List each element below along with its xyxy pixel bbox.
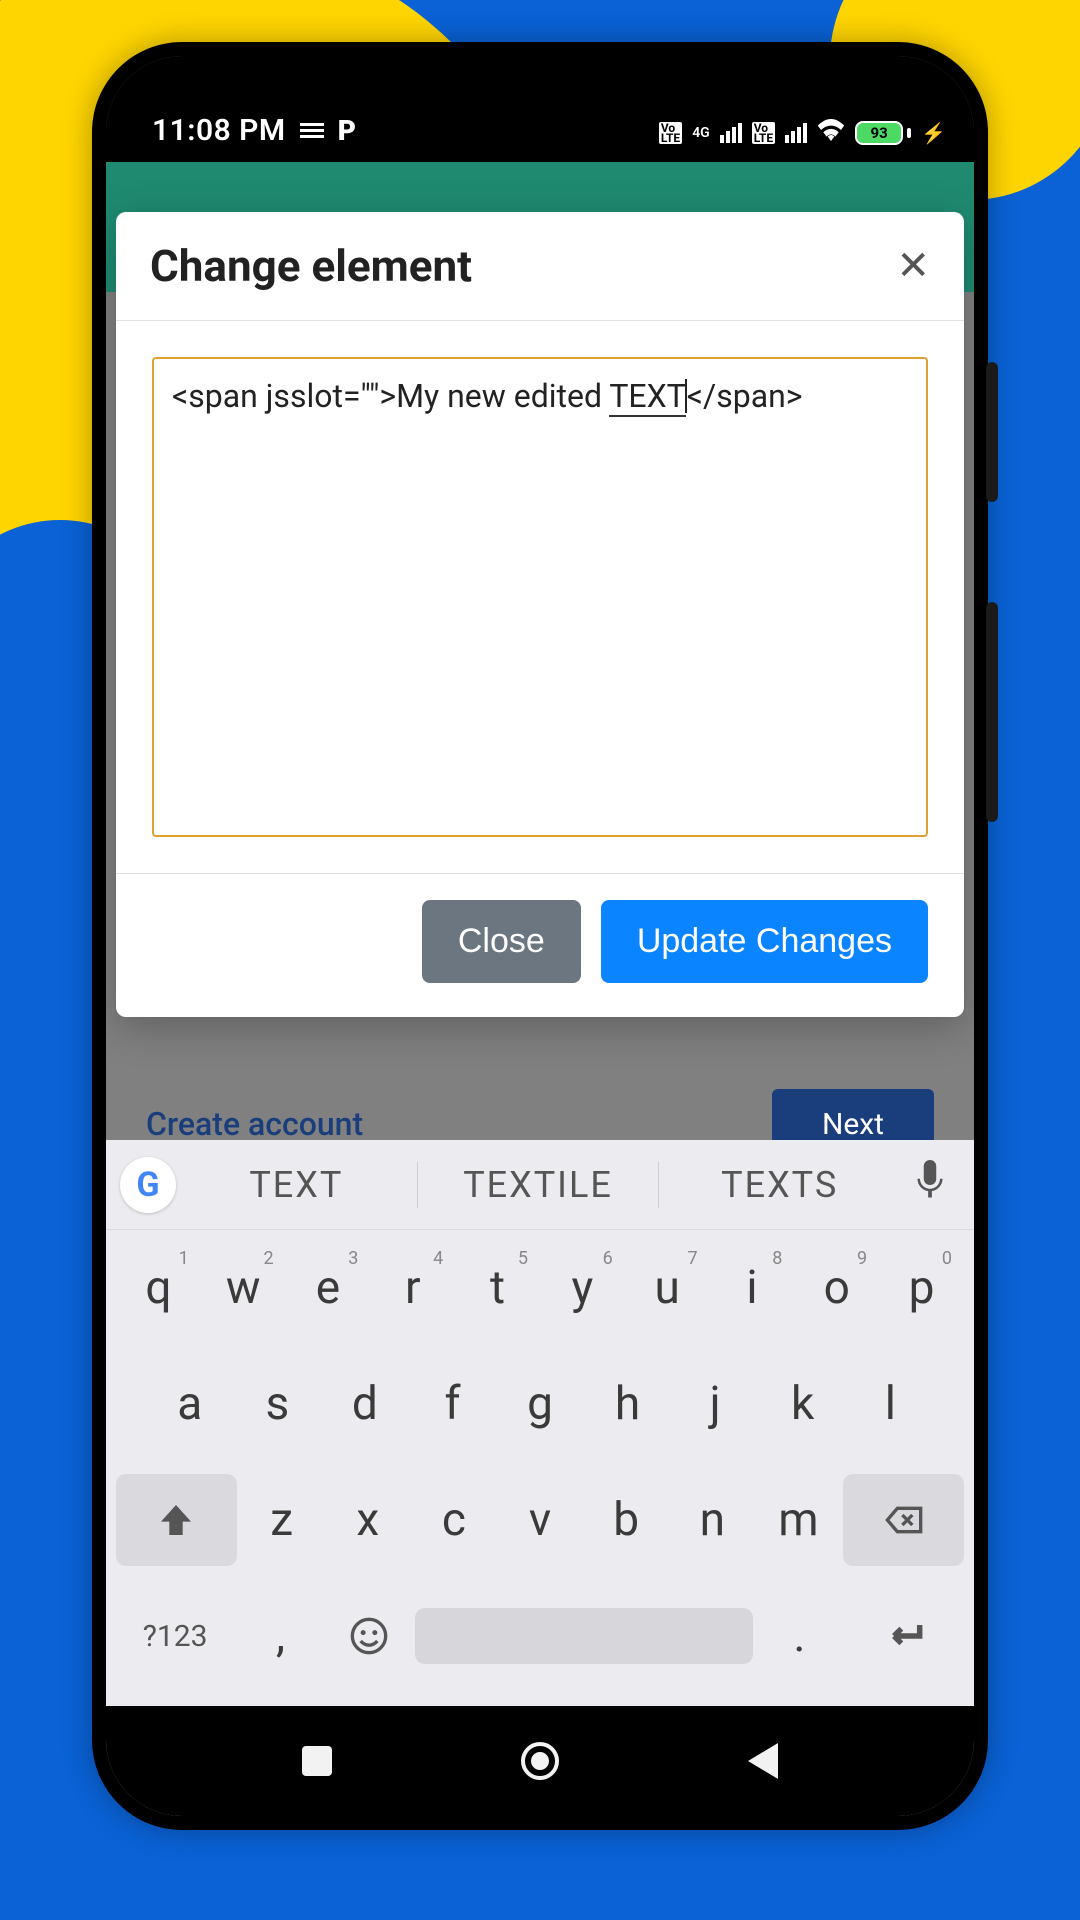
key-x[interactable]: x — [327, 1474, 409, 1566]
textarea-underlined-word: TEXT — [609, 377, 685, 417]
key-y[interactable]: y6 — [542, 1242, 623, 1334]
key-t[interactable]: t5 — [457, 1242, 538, 1334]
key-f[interactable]: f — [411, 1358, 495, 1450]
suggestion-1[interactable]: TEXT — [176, 1164, 417, 1206]
key-p[interactable]: p0 — [881, 1242, 962, 1334]
key-z[interactable]: z — [241, 1474, 323, 1566]
shift-key[interactable] — [116, 1474, 237, 1566]
key-o[interactable]: o9 — [796, 1242, 877, 1334]
key-e[interactable]: e3 — [288, 1242, 369, 1334]
key-r[interactable]: r4 — [372, 1242, 453, 1334]
phone-screen: 11:08 PM P VoLTE 4G VoLTE 93 ⚡ — [106, 56, 974, 1816]
element-html-textarea[interactable]: <span jsslot="">My new edited TEXT</span… — [152, 357, 928, 837]
change-element-dialog: Change element ✕ <span jsslot="">My new … — [116, 212, 964, 1017]
key-s[interactable]: s — [236, 1358, 320, 1450]
volte-icon-2: VoLTE — [752, 122, 775, 144]
key-h[interactable]: h — [586, 1358, 670, 1450]
key-v[interactable]: v — [499, 1474, 581, 1566]
key-i[interactable]: i8 — [712, 1242, 793, 1334]
textarea-text-part: <span jsslot="">My new edited — [172, 377, 609, 415]
emoji-key[interactable] — [327, 1590, 411, 1682]
network-4g-icon: 4G — [692, 125, 710, 141]
status-time: 11:08 PM — [152, 113, 286, 148]
signal-bars-icon — [720, 123, 742, 143]
on-screen-keyboard: G TEXT TEXTILE TEXTS q1w2e3r4t5y6u7i8o9p… — [106, 1140, 974, 1706]
battery-icon: 93 — [855, 121, 911, 145]
close-button[interactable]: Close — [422, 900, 581, 983]
p-icon: P — [338, 114, 356, 147]
key-c[interactable]: c — [413, 1474, 495, 1566]
period-key[interactable]: . — [757, 1590, 841, 1682]
phone-frame: 11:08 PM P VoLTE 4G VoLTE 93 ⚡ — [92, 42, 988, 1830]
key-b[interactable]: b — [585, 1474, 667, 1566]
mic-icon[interactable] — [900, 1160, 960, 1209]
signal-bars-icon-2 — [785, 123, 807, 143]
enter-key[interactable] — [846, 1590, 964, 1682]
close-icon[interactable]: ✕ — [896, 246, 930, 286]
symbols-key[interactable]: ?123 — [116, 1590, 234, 1682]
recents-button[interactable] — [295, 1739, 339, 1783]
key-j[interactable]: j — [673, 1358, 757, 1450]
google-logo-icon[interactable]: G — [120, 1157, 176, 1213]
space-key[interactable] — [415, 1590, 753, 1682]
charging-icon: ⚡ — [921, 121, 946, 145]
system-nav-bar — [106, 1706, 974, 1816]
create-account-link[interactable]: Create account — [146, 1105, 363, 1143]
key-a[interactable]: a — [148, 1358, 232, 1450]
wifi-icon — [817, 118, 845, 148]
key-g[interactable]: g — [498, 1358, 582, 1450]
keyboard-indicator-icon — [300, 123, 324, 139]
key-q[interactable]: q1 — [118, 1242, 199, 1334]
volte-icon: VoLTE — [659, 122, 682, 144]
key-d[interactable]: d — [323, 1358, 407, 1450]
update-changes-button[interactable]: Update Changes — [601, 900, 928, 983]
suggestion-bar: G TEXT TEXTILE TEXTS — [106, 1140, 974, 1230]
key-k[interactable]: k — [761, 1358, 845, 1450]
suggestion-3[interactable]: TEXTS — [659, 1164, 900, 1206]
dialog-title: Change element — [150, 240, 472, 292]
backspace-key[interactable] — [843, 1474, 964, 1566]
key-w[interactable]: w2 — [203, 1242, 284, 1334]
status-bar: 11:08 PM P VoLTE 4G VoLTE 93 ⚡ — [106, 56, 974, 162]
key-u[interactable]: u7 — [627, 1242, 708, 1334]
key-n[interactable]: n — [671, 1474, 753, 1566]
suggestion-2[interactable]: TEXTILE — [418, 1164, 659, 1206]
home-button[interactable] — [518, 1739, 562, 1783]
key-m[interactable]: m — [757, 1474, 839, 1566]
textarea-text-part: </span> — [687, 377, 803, 415]
key-l[interactable]: l — [849, 1358, 933, 1450]
comma-key[interactable]: , — [238, 1590, 322, 1682]
back-button[interactable] — [741, 1739, 785, 1783]
